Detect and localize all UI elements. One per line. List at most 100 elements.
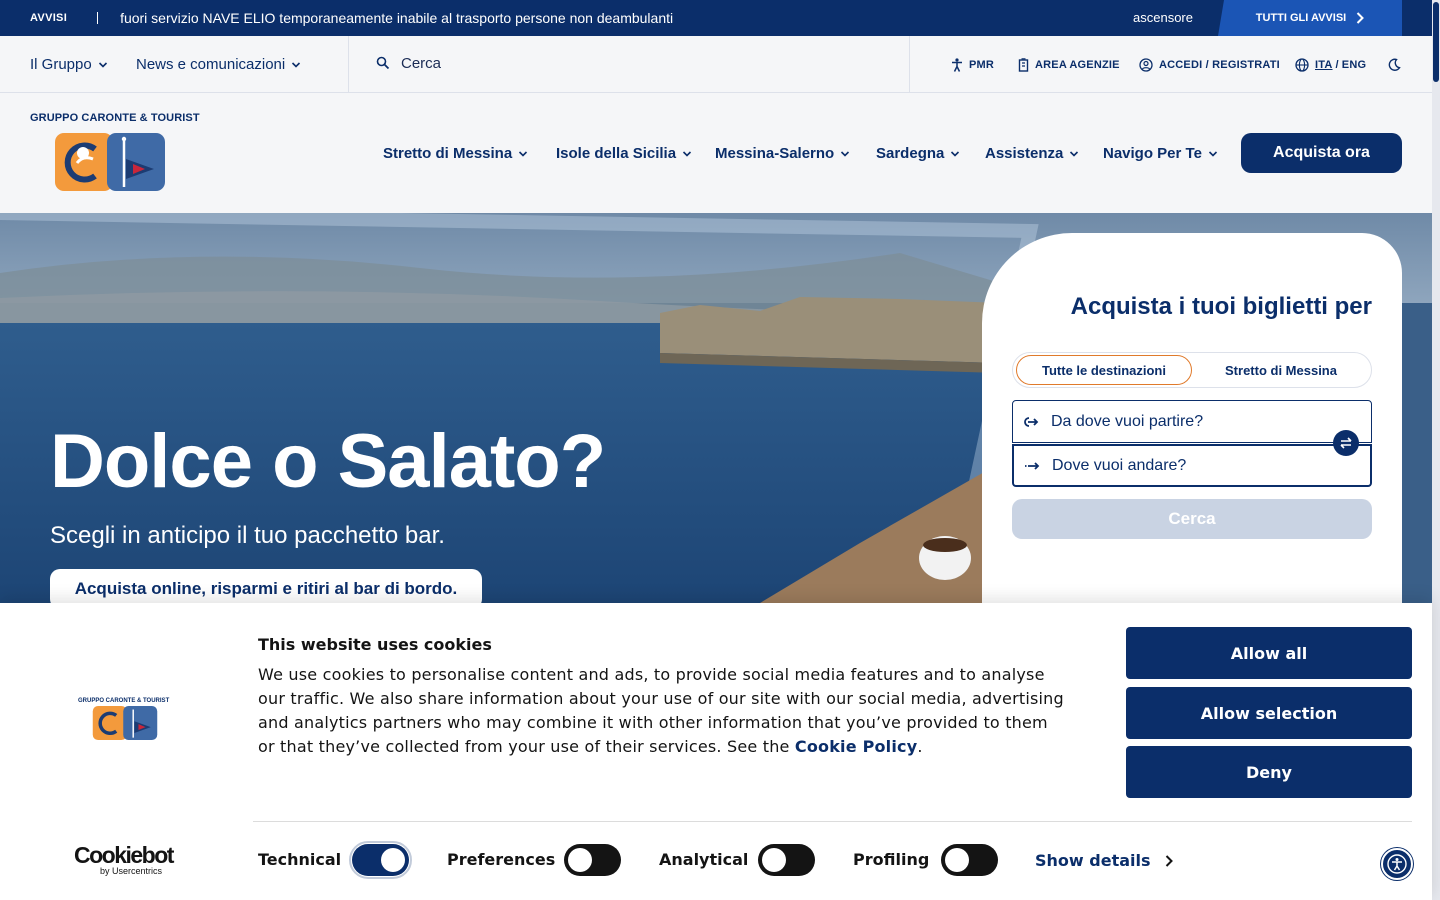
nav-isole-della-sicilia[interactable]: Isole della Sicilia (556, 145, 692, 162)
cookie-body-end: . (917, 737, 923, 756)
language-switch[interactable]: ITA / ENG (1295, 36, 1366, 93)
lang-eng[interactable]: ENG (1342, 59, 1366, 71)
toggle-preferences[interactable] (564, 844, 621, 876)
dark-mode-toggle[interactable] (1387, 36, 1401, 93)
company-logo (92, 706, 158, 740)
cookie-company-logo: GRUPPO CARONTE & TOURIST (78, 698, 169, 744)
nav-label: Assistenza (985, 145, 1064, 162)
nav-label: Stretto di Messina (383, 145, 513, 162)
toggle-knob (568, 848, 592, 872)
nav-navigo-per-te[interactable]: Navigo Per Te (1103, 145, 1218, 162)
pmr-label: PMR (969, 58, 995, 71)
swap-arrows-icon (1340, 437, 1352, 449)
all-alerts-button[interactable]: TUTTI GLI AVVISI (1218, 0, 1402, 36)
allow-all-button[interactable]: Allow all (1126, 627, 1412, 679)
cookiebot-by: by Usercentrics (100, 866, 163, 876)
globe-icon (1295, 57, 1309, 72)
hero-subtitle: Scegli in anticipo il tuo pacchetto bar. (50, 522, 445, 549)
scrollbar-thumb[interactable] (1433, 2, 1439, 82)
accessibility-button[interactable] (1381, 848, 1413, 880)
cookie-title: This website uses cookies (258, 635, 492, 654)
search-icon (376, 56, 390, 70)
lang-ita[interactable]: ITA (1315, 59, 1333, 71)
swap-button[interactable] (1333, 430, 1359, 456)
chevron-down-icon (841, 150, 850, 157)
login-label: ACCEDI / REGISTRATI (1159, 58, 1280, 71)
alert-side-text[interactable]: ascensore (1133, 0, 1193, 36)
buy-now-button[interactable]: Acquista ora (1241, 133, 1402, 173)
toggle-knob (762, 848, 786, 872)
cookie-logo-brand: GRUPPO CARONTE & TOURIST (78, 698, 170, 704)
chevron-down-icon (1070, 150, 1079, 157)
destination-placeholder: Dove vuoi andare? (1052, 456, 1187, 474)
toggle-profiling-label: Profiling (853, 850, 930, 869)
tab-stretto-di-messina[interactable]: Stretto di Messina (1203, 355, 1359, 385)
allow-selection-button[interactable]: Allow selection (1126, 687, 1412, 739)
brand-name: GRUPPO CARONTE & TOURIST (30, 112, 200, 124)
show-details-link[interactable]: Show details (1035, 851, 1173, 870)
alert-divider (97, 12, 99, 24)
building-icon (1018, 57, 1029, 72)
cookiebot-name: Cookiebot (74, 842, 174, 868)
divider (909, 36, 910, 93)
nav-label: Messina-Salerno (715, 145, 835, 162)
chevron-right-icon (1357, 12, 1365, 24)
destination-arrow-icon (1025, 461, 1040, 470)
destination-tabs: Tutte le destinazioni Stretto di Messina (1012, 352, 1372, 388)
nav-messina-salerno[interactable]: Messina-Salerno (715, 145, 850, 162)
tab-tutte-le-destinazioni[interactable]: Tutte le destinazioni (1016, 355, 1192, 385)
departure-arrow-icon (1024, 416, 1039, 427)
toggle-preferences-label: Preferences (447, 850, 556, 869)
booking-panel: Acquista i tuoi biglietti per Tutte le d… (982, 233, 1402, 603)
hero-cta-button[interactable]: Acquista online, risparmi e ritiri al ba… (50, 569, 482, 603)
toggle-analytical-label: Analytical (659, 850, 749, 869)
nav-label: Navigo Per Te (1103, 145, 1202, 162)
search-input[interactable]: Cerca (401, 55, 441, 72)
menu-news-label: News e comunicazioni (136, 56, 286, 73)
destination-field[interactable]: Dove vuoi andare? (1012, 444, 1372, 487)
cookie-body-text: We use cookies to personalise content an… (258, 665, 1064, 756)
alert-label: AVVISI (30, 12, 68, 24)
chevron-down-icon (682, 150, 692, 157)
hero-title: Dolce o Salato? (50, 419, 606, 504)
nav-assistenza[interactable]: Assistenza (985, 145, 1079, 162)
pmr-link[interactable]: PMR (951, 36, 994, 93)
main-header: GRUPPO CARONTE & TOURIST Stretto di Mess… (0, 93, 1432, 213)
lang-separator: / (1335, 58, 1339, 71)
chevron-down-icon (519, 150, 528, 157)
agencies-label: AREA AGENZIE (1035, 58, 1120, 71)
divider (253, 821, 1412, 822)
nav-label: Isole della Sicilia (556, 145, 677, 162)
nav-label: Sardegna (876, 145, 945, 162)
hero-banner: Dolce o Salato? Scegli in anticipo il tu… (0, 213, 1432, 603)
departure-field[interactable]: Da dove vuoi partire? (1012, 400, 1372, 443)
nav-stretto-di-messina[interactable]: Stretto di Messina (383, 145, 528, 162)
all-alerts-label: TUTTI GLI AVVISI (1255, 12, 1347, 24)
accessibility-person-icon (952, 57, 962, 72)
toggle-analytical[interactable] (758, 844, 815, 876)
toggle-technical[interactable] (349, 841, 412, 879)
cookie-description: We use cookies to personalise content an… (258, 663, 1068, 759)
booking-search-button[interactable]: Cerca (1012, 499, 1372, 539)
menu-il-gruppo[interactable]: Il Gruppo (30, 36, 108, 93)
accessibility-icon (1387, 854, 1407, 874)
toggle-technical-label: Technical (258, 850, 342, 869)
toggle-profiling[interactable] (941, 844, 998, 876)
deny-button[interactable]: Deny (1126, 746, 1412, 798)
login-link[interactable]: ACCEDI / REGISTRATI (1139, 36, 1280, 93)
page-scrollbar[interactable] (1432, 0, 1440, 900)
user-circle-icon (1139, 57, 1153, 72)
cookiebot-logo[interactable]: Cookiebot by Usercentrics (74, 842, 174, 877)
alert-bar: AVVISI fuori servizio NAVE ELIO temporan… (0, 0, 1440, 36)
cookie-policy-link[interactable]: Cookie Policy (795, 737, 917, 756)
chevron-down-icon (292, 61, 301, 68)
chevron-down-icon (951, 150, 960, 157)
company-logo[interactable] (55, 133, 165, 191)
chevron-right-icon (1165, 854, 1173, 867)
departure-placeholder: Da dove vuoi partire? (1051, 412, 1204, 430)
menu-news[interactable]: News e comunicazioni (136, 36, 301, 93)
agencies-link[interactable]: AREA AGENZIE (1018, 36, 1120, 93)
alert-message[interactable]: fuori servizio NAVE ELIO temporaneamente… (120, 10, 673, 26)
toggle-knob (381, 848, 405, 872)
nav-sardegna[interactable]: Sardegna (876, 145, 960, 162)
